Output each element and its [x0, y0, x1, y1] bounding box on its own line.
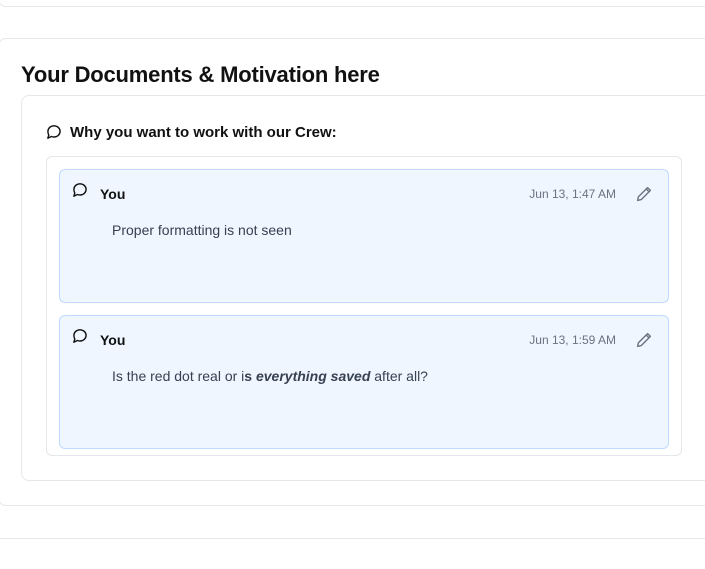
- edit-comment-button[interactable]: [634, 184, 654, 204]
- next-section-card: [0, 538, 705, 569]
- comment-author: You: [100, 186, 126, 202]
- body-text-plain-end: after all?: [370, 368, 428, 384]
- comment-timestamp: Jun 13, 1:47 AM: [529, 187, 616, 201]
- body-text-bold: s: [244, 368, 256, 384]
- edit-comment-button[interactable]: [634, 330, 654, 350]
- comment-author: You: [100, 332, 126, 348]
- chat-bubble-icon: [72, 182, 88, 198]
- body-text-bold-italic: everything saved: [256, 368, 370, 384]
- comment-timestamp: Jun 13, 1:59 AM: [529, 333, 616, 347]
- comment-card: You Jun 13, 1:47 AM Proper formatting is…: [59, 169, 669, 303]
- pencil-icon: [634, 330, 654, 350]
- question-header: Why you want to work with our Crew:: [46, 122, 337, 142]
- question-label: Why you want to work with our Crew:: [70, 123, 337, 141]
- section-title: Your Documents & Motivation here: [21, 62, 380, 87]
- comment-body: Proper formatting is not seen: [112, 222, 292, 238]
- body-text-italic: everything saved: [255, 368, 371, 384]
- pencil-icon: [634, 184, 654, 204]
- chat-bubble-icon: [46, 124, 62, 140]
- chat-bubble-icon: [72, 328, 88, 344]
- body-text-plain: Is the red dot real or i: [112, 368, 245, 384]
- comment-card: You Jun 13, 1:59 AM Is the red dot real …: [59, 315, 669, 449]
- comment-body: Is the red dot real or is everything sav…: [112, 368, 428, 384]
- previous-section-card: [0, 0, 705, 7]
